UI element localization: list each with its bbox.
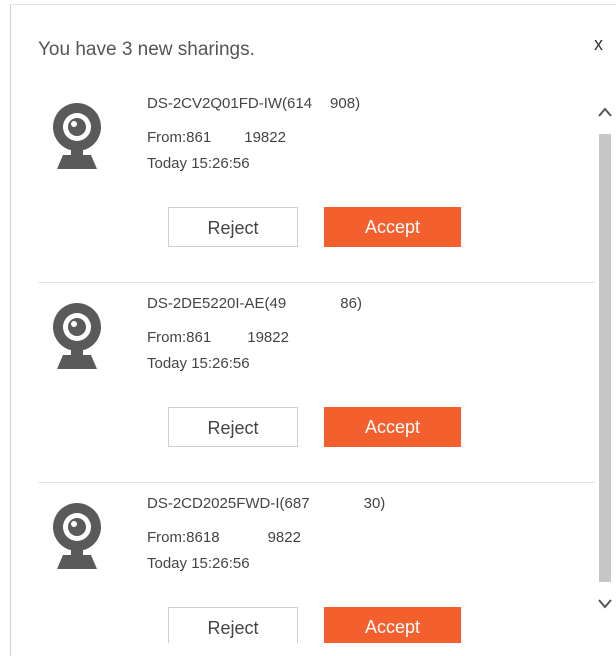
webcam-icon bbox=[53, 503, 101, 569]
accept-button[interactable]: Accept bbox=[324, 607, 461, 643]
chevron-up-icon[interactable] bbox=[595, 100, 615, 124]
webcam-icon bbox=[53, 303, 101, 369]
scrollbar-thumb[interactable] bbox=[599, 134, 611, 582]
reject-button[interactable]: Reject bbox=[168, 407, 298, 447]
chevron-down-icon[interactable] bbox=[595, 592, 615, 616]
share-time: Today 15:26:56 bbox=[147, 155, 250, 172]
sharing-list[interactable]: DS-2CV2Q01FD-IW(614 908) From:861 19822 … bbox=[11, 83, 595, 643]
dialog-title: You have 3 new sharings. bbox=[38, 39, 255, 60]
sharing-item: DS-2CV2Q01FD-IW(614 908) From:861 19822 … bbox=[11, 83, 595, 283]
sharing-item: DS-2CD2025FWD-I(687 30) From:8618 9822 T… bbox=[11, 483, 595, 643]
device-name: DS-2CD2025FWD-I(687 30) bbox=[147, 495, 386, 512]
share-time: Today 15:26:56 bbox=[147, 355, 250, 372]
webcam-icon bbox=[53, 103, 101, 169]
reject-button[interactable]: Reject bbox=[168, 607, 298, 643]
device-name: DS-2CV2Q01FD-IW(614 908) bbox=[147, 95, 361, 112]
share-time: Today 15:26:56 bbox=[147, 555, 250, 572]
sharer-phone: From:861 19822 bbox=[147, 129, 286, 146]
accept-button[interactable]: Accept bbox=[324, 207, 461, 247]
sharing-item: DS-2DE5220I-AE(49 86) From:861 19822 Tod… bbox=[11, 283, 595, 483]
sharer-phone: From:8618 9822 bbox=[147, 529, 301, 546]
close-button[interactable]: x bbox=[594, 35, 603, 53]
reject-button[interactable]: Reject bbox=[168, 207, 298, 247]
device-name: DS-2DE5220I-AE(49 86) bbox=[147, 295, 362, 312]
sharer-phone: From:861 19822 bbox=[147, 329, 289, 346]
accept-button[interactable]: Accept bbox=[324, 407, 461, 447]
vertical-scrollbar[interactable] bbox=[595, 100, 615, 635]
sharing-dialog: You have 3 new sharings. x DS-2CV2Q01FD-… bbox=[10, 4, 616, 656]
